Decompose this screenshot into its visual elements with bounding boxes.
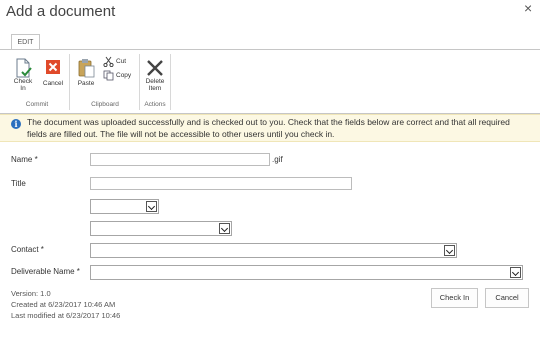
title-input[interactable] (90, 177, 352, 190)
name-extension: .gif (272, 155, 283, 164)
cut-ribbon-label: Cut (116, 58, 127, 65)
paste-ribbon-label: Paste (77, 80, 95, 87)
dropdown-1[interactable] (90, 199, 159, 214)
delete-item-ribbon-button[interactable]: Delete Item (142, 58, 168, 92)
title-label: Title (11, 179, 26, 188)
check-in-ribbon-label: Check In (13, 78, 33, 92)
dropdown-2[interactable] (90, 221, 232, 236)
check-in-button[interactable]: Check In (431, 288, 478, 308)
tab-edit[interactable]: EDIT (11, 34, 40, 50)
copy-ribbon-button[interactable]: Copy (103, 70, 131, 81)
copy-ribbon-label: Copy (116, 72, 132, 79)
info-icon: i (11, 119, 21, 129)
deliverable-name-select[interactable] (90, 265, 523, 280)
paste-icon (78, 59, 95, 78)
group-divider (69, 54, 70, 110)
name-label: Name * (11, 155, 38, 164)
check-in-icon (16, 58, 32, 78)
cancel-icon (46, 60, 60, 74)
contact-label: Contact * (11, 245, 44, 254)
status-message: The document was uploaded successfully a… (27, 117, 510, 139)
chevron-down-icon (444, 245, 455, 256)
chevron-down-icon (219, 223, 230, 234)
delete-item-ribbon-label: Delete Item (145, 78, 165, 92)
cancel-ribbon-button[interactable]: Cancel (41, 58, 65, 87)
delete-icon (147, 60, 163, 76)
cancel-button[interactable]: Cancel (485, 288, 529, 308)
version-text: Version: 1.0 (11, 289, 51, 298)
group-divider (170, 54, 171, 110)
created-text: Created at 6/23/2017 10:46 AM (11, 300, 116, 309)
chevron-down-icon (146, 201, 157, 212)
group-label-clipboard: Clipboard (91, 101, 119, 108)
deliverable-name-label: Deliverable Name * (11, 267, 80, 276)
check-in-ribbon-button[interactable]: Check In (12, 58, 34, 92)
cut-icon (103, 56, 114, 67)
group-label-actions: Actions (144, 101, 166, 108)
close-icon[interactable]: × (524, 0, 532, 16)
copy-icon (103, 70, 114, 81)
group-label-commit: Commit (25, 101, 49, 108)
contact-select[interactable] (90, 243, 457, 258)
paste-ribbon-button[interactable]: Paste (75, 58, 97, 87)
cut-ribbon-button[interactable]: Cut (103, 56, 126, 67)
modified-text: Last modified at 6/23/2017 10:46 (11, 311, 121, 320)
chevron-down-icon (510, 267, 521, 278)
name-input[interactable] (90, 153, 270, 166)
cancel-ribbon-label: Cancel (42, 80, 64, 87)
dialog-title: Add a document (6, 3, 116, 20)
